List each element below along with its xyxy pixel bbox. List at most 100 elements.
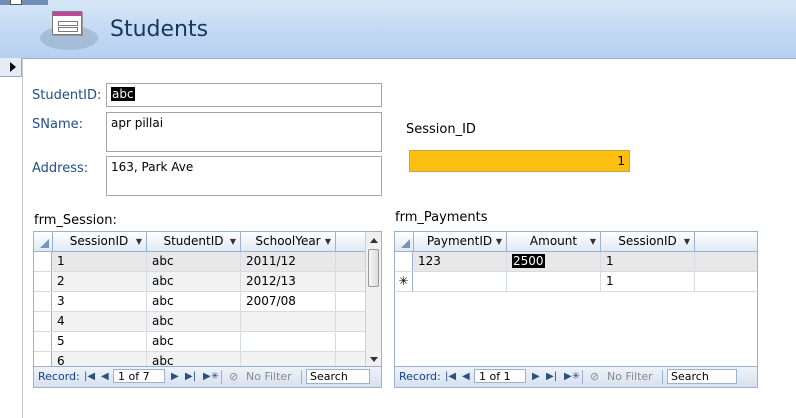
chevron-down-icon[interactable]: ▼ xyxy=(684,232,690,251)
cell-sessionid[interactable]: 2 xyxy=(52,272,147,291)
new-record-icon[interactable]: ▶✳ xyxy=(564,371,580,382)
cell-schoolyear[interactable] xyxy=(241,312,336,331)
col-header-schoolyear[interactable]: SchoolYear ▼ xyxy=(241,232,336,251)
frm-payments-subform[interactable]: PaymentID ▼ Amount ▼ SessionID ▼ 123 2500 1… xyxy=(394,231,758,388)
funnel-icon[interactable]: ⊘ xyxy=(229,370,238,383)
row-selector[interactable] xyxy=(395,252,413,271)
sname-field[interactable]: apr pillai xyxy=(106,112,382,152)
sname-label: SName: xyxy=(32,117,83,132)
last-record-icon[interactable]: ▶| xyxy=(185,371,196,382)
col-header-amount[interactable]: Amount ▼ xyxy=(507,232,601,251)
record-label: Record: xyxy=(399,370,441,383)
cell-sessionid[interactable]: 1 xyxy=(52,252,147,271)
record-label: Record: xyxy=(38,370,80,383)
table-row[interactable]: 1 abc 2011/12 xyxy=(34,252,366,272)
last-record-icon[interactable]: ▶| xyxy=(546,371,557,382)
search-input[interactable]: Search xyxy=(306,369,370,384)
previous-record-icon[interactable]: ◀ xyxy=(101,371,109,382)
table-row[interactable]: 4 abc xyxy=(34,312,366,332)
cell-sessionid[interactable]: 4 xyxy=(52,312,147,331)
table-row[interactable]: 5 abc xyxy=(34,332,366,352)
chevron-down-icon[interactable]: ▼ xyxy=(325,232,331,251)
frm-session-subform[interactable]: SessionID ▼ StudentID ▼ SchoolYear ▼ 1 abc … xyxy=(33,231,382,388)
window-tab-edge xyxy=(0,0,48,5)
sname-value: apr pillai xyxy=(111,116,164,130)
cell-studentid[interactable]: abc xyxy=(147,252,241,271)
cell-amount[interactable] xyxy=(507,272,601,291)
col-header-paymentid[interactable]: PaymentID ▼ xyxy=(413,232,507,251)
frm-session-navbar: Record: |◀ ◀ 1 of 7 ▶ ▶| ▶✳ ⊘ No Filter … xyxy=(34,366,381,387)
table-row[interactable]: 123 2500 1 xyxy=(395,252,757,272)
divider xyxy=(301,370,302,384)
record-pointer-icon xyxy=(10,62,16,72)
cell-amount[interactable]: 2500 xyxy=(507,252,601,271)
address-value: 163, Park Ave xyxy=(111,160,194,174)
table-row[interactable]: 2 abc 2012/13 xyxy=(34,272,366,292)
frm-session-header: SessionID ▼ StudentID ▼ SchoolYear ▼ xyxy=(34,232,366,252)
cell-sessionid[interactable]: 1 xyxy=(601,252,695,271)
next-record-icon[interactable]: ▶ xyxy=(532,371,540,382)
frm-payments-navbar: Record: |◀ ◀ 1 of 1 ▶ ▶| ▶✳ ⊘ No Filter … xyxy=(395,366,757,387)
search-input[interactable]: Search xyxy=(667,369,737,384)
divider xyxy=(662,370,663,384)
funnel-icon[interactable]: ⊘ xyxy=(590,370,599,383)
no-filter-button[interactable]: No Filter xyxy=(246,370,292,383)
cell-studentid[interactable]: abc xyxy=(147,292,241,311)
scroll-up-arrow-icon[interactable] xyxy=(370,238,378,243)
form-title: Students xyxy=(110,17,209,42)
next-record-icon[interactable]: ▶ xyxy=(171,371,179,382)
studentid-label: StudentID: xyxy=(32,88,102,103)
select-all-button[interactable] xyxy=(395,232,414,251)
cell-studentid[interactable]: abc xyxy=(147,332,241,351)
row-selector[interactable] xyxy=(34,292,52,311)
row-selector[interactable] xyxy=(34,272,52,291)
cell-schoolyear[interactable] xyxy=(241,332,336,351)
new-record-row[interactable]: ✳ 1 xyxy=(395,272,757,292)
divider xyxy=(582,370,583,384)
cell-sessionid[interactable]: 1 xyxy=(601,272,695,291)
previous-record-icon[interactable]: ◀ xyxy=(462,371,470,382)
cell-paymentid[interactable] xyxy=(413,272,507,291)
chevron-down-icon[interactable]: ▼ xyxy=(590,232,596,251)
cell-paymentid[interactable]: 123 xyxy=(413,252,507,271)
row-selector[interactable] xyxy=(34,252,52,271)
frm-payments-header: PaymentID ▼ Amount ▼ SessionID ▼ xyxy=(395,232,757,252)
table-row[interactable]: 3 abc 2007/08 xyxy=(34,292,366,312)
record-position-field[interactable]: 1 of 7 xyxy=(113,369,165,383)
new-record-icon[interactable]: ▶✳ xyxy=(203,371,219,382)
cell-schoolyear[interactable]: 2011/12 xyxy=(241,252,336,271)
select-all-button[interactable] xyxy=(34,232,53,251)
row-selector[interactable] xyxy=(34,312,52,331)
chevron-down-icon[interactable]: ▼ xyxy=(496,232,502,251)
vertical-scrollbar[interactable] xyxy=(365,232,381,368)
record-position-field[interactable]: 1 of 1 xyxy=(474,369,526,383)
new-record-asterisk-icon[interactable]: ✳ xyxy=(395,272,413,291)
session-id-field[interactable]: 1 xyxy=(409,150,630,172)
cell-studentid[interactable]: abc xyxy=(147,312,241,331)
cell-studentid[interactable]: abc xyxy=(147,272,241,291)
address-field[interactable]: 163, Park Ave xyxy=(106,156,382,196)
window-tab-icon xyxy=(10,0,22,5)
record-selector-strip xyxy=(0,58,23,418)
studentid-field[interactable]: abc xyxy=(106,83,382,107)
col-header-sessionid[interactable]: SessionID ▼ xyxy=(601,232,695,251)
row-selector[interactable] xyxy=(34,332,52,351)
frm-payments-caption: frm_Payments xyxy=(395,210,488,225)
first-record-icon[interactable]: |◀ xyxy=(84,371,95,382)
studentid-value: abc xyxy=(111,87,135,101)
cell-schoolyear[interactable]: 2012/13 xyxy=(241,272,336,291)
col-header-sessionid[interactable]: SessionID ▼ xyxy=(52,232,147,251)
col-header-studentid[interactable]: StudentID ▼ xyxy=(147,232,241,251)
session-id-label: Session_ID xyxy=(406,122,476,137)
scroll-thumb[interactable] xyxy=(368,249,379,287)
scroll-down-arrow-icon[interactable] xyxy=(370,357,378,362)
chevron-down-icon[interactable]: ▼ xyxy=(230,232,236,251)
cell-sessionid[interactable]: 5 xyxy=(52,332,147,351)
first-record-icon[interactable]: |◀ xyxy=(445,371,456,382)
cell-sessionid[interactable]: 3 xyxy=(52,292,147,311)
cell-schoolyear[interactable]: 2007/08 xyxy=(241,292,336,311)
frm-session-caption: frm_Session: xyxy=(34,213,117,228)
chevron-down-icon[interactable]: ▼ xyxy=(136,232,142,251)
no-filter-button[interactable]: No Filter xyxy=(607,370,653,383)
divider xyxy=(221,370,222,384)
